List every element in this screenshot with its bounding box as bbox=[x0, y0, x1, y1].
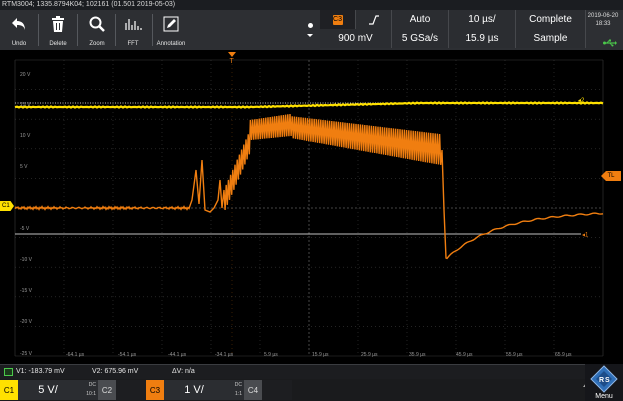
x-label: 5.9 µs bbox=[264, 352, 278, 358]
cursor-measurement-bar: V1: -183.79 mV V2: 675.96 mV ΔV: n/a bbox=[0, 364, 585, 379]
rohde-schwarz-logo-icon: R S bbox=[590, 365, 618, 393]
undo-button[interactable]: Undo bbox=[0, 10, 38, 50]
time-scale[interactable]: 10 µs/ bbox=[449, 10, 516, 29]
dot-icon bbox=[307, 23, 313, 28]
channel-1-scale: 5 V/ bbox=[38, 384, 58, 396]
cursor-icon bbox=[4, 368, 13, 376]
y-label: -20 V bbox=[20, 319, 32, 325]
menu-label: Menu bbox=[595, 393, 613, 400]
x-label: 55.9 µs bbox=[506, 352, 523, 358]
date-time: 2019-06-20 18:33 bbox=[585, 12, 621, 28]
x-label: 15.9 µs bbox=[312, 352, 329, 358]
undo-label: Undo bbox=[11, 41, 27, 47]
fft-label: FFT bbox=[127, 41, 139, 47]
x-label: 65.9 µs bbox=[555, 352, 572, 358]
y-label: -25 V bbox=[20, 351, 32, 357]
y-label: 15 V bbox=[20, 102, 31, 108]
zoom-label: Zoom bbox=[89, 41, 105, 47]
x-label: -54.1 µs bbox=[118, 352, 137, 358]
annotation-button[interactable]: Annotation bbox=[152, 10, 190, 50]
channel-4-tag: C4 bbox=[244, 380, 262, 400]
instrument-info: RTM3004; 1335.8794K04; 102161 (01.501 20… bbox=[2, 1, 176, 8]
trash-icon bbox=[39, 13, 77, 35]
x-label: -64.1 µs bbox=[66, 352, 85, 358]
trigger-position-label: T bbox=[230, 58, 235, 65]
cursor-delta-v: ΔV: n/a bbox=[172, 368, 195, 375]
channel-bar: C1 5 V/ DC 10:1 C2 C3 1 V/ DC 1:1 C4 bbox=[0, 379, 589, 401]
spectrum-icon bbox=[114, 13, 152, 35]
cursor-v1: V1: -183.79 mV bbox=[16, 368, 65, 375]
trigger-position-marker bbox=[228, 52, 236, 57]
menu-button[interactable]: R S Menu bbox=[585, 364, 623, 401]
trigger-mode[interactable]: Auto bbox=[392, 10, 449, 29]
delete-label: Delete bbox=[49, 41, 67, 47]
x-label: 35.9 µs bbox=[409, 352, 426, 358]
svg-text:S: S bbox=[605, 377, 610, 384]
x-label: -44.1 µs bbox=[168, 352, 187, 358]
svg-text:R: R bbox=[599, 377, 604, 384]
channel-3-scale: 1 V/ bbox=[184, 384, 204, 396]
rising-edge-icon bbox=[368, 14, 379, 25]
channel-1-box[interactable]: C1 5 V/ DC 10:1 bbox=[0, 380, 98, 400]
trigger-slope[interactable] bbox=[356, 10, 392, 29]
y-label: -10 V bbox=[20, 257, 32, 263]
channel-3-box[interactable]: C3 1 V/ DC 1:1 bbox=[146, 380, 244, 400]
channel-3-coupling: DC 1:1 bbox=[234, 382, 242, 397]
y-label: 20 V bbox=[20, 72, 31, 78]
channel-3-tag: C3 bbox=[146, 380, 164, 400]
title-bar: RTM3004; 1335.8794K04; 102161 (01.501 20… bbox=[0, 0, 623, 10]
zoom-button[interactable]: Zoom bbox=[78, 10, 116, 50]
x-label: 25.9 µs bbox=[361, 352, 378, 358]
channel-1-coupling: DC 10:1 bbox=[86, 382, 96, 397]
cursor-v2: V2: 675.96 mV bbox=[92, 368, 139, 375]
settings-dot-menu[interactable] bbox=[303, 10, 317, 50]
y-label: -5 V bbox=[20, 226, 30, 232]
fft-button[interactable]: FFT bbox=[114, 10, 152, 50]
chevron-down-icon bbox=[307, 34, 313, 37]
delete-button[interactable]: Delete bbox=[39, 10, 77, 50]
annotation-label: Annotation bbox=[156, 41, 186, 47]
magnifier-icon bbox=[78, 13, 116, 35]
trigger-source[interactable]: C3 bbox=[320, 10, 356, 29]
pencil-icon bbox=[152, 13, 190, 35]
y-label: 10 V bbox=[20, 133, 31, 139]
trigger-channel-badge: C3 bbox=[332, 14, 343, 25]
waveform-display[interactable]: T ◂1 ◂2 bbox=[0, 50, 623, 364]
channel-2-tag: C2 bbox=[98, 380, 116, 400]
waveform-graticule[interactable]: T◂1◂2 bbox=[0, 50, 623, 364]
undo-icon bbox=[0, 13, 38, 35]
cursor-1-label: ◂1 bbox=[582, 233, 589, 239]
sample-rate[interactable]: 5 GSa/s bbox=[392, 29, 449, 48]
channel-2-box[interactable]: C2 bbox=[98, 380, 146, 400]
channel-1-tag: C1 bbox=[0, 380, 18, 400]
channel-4-box[interactable]: C4 bbox=[244, 380, 292, 400]
y-label: 5 V bbox=[20, 164, 28, 170]
acq-mode[interactable]: Sample bbox=[516, 29, 586, 48]
x-label: -34.1 µs bbox=[215, 352, 234, 358]
trigger-level[interactable]: 900 mV bbox=[320, 29, 392, 48]
date: 2019-06-20 bbox=[587, 13, 619, 19]
acq-status[interactable]: Complete bbox=[516, 10, 586, 29]
y-label: -15 V bbox=[20, 288, 32, 294]
x-label: 45.9 µs bbox=[456, 352, 473, 358]
time: 18:33 bbox=[595, 21, 611, 27]
time-position[interactable]: 15.9 µs bbox=[449, 29, 516, 48]
